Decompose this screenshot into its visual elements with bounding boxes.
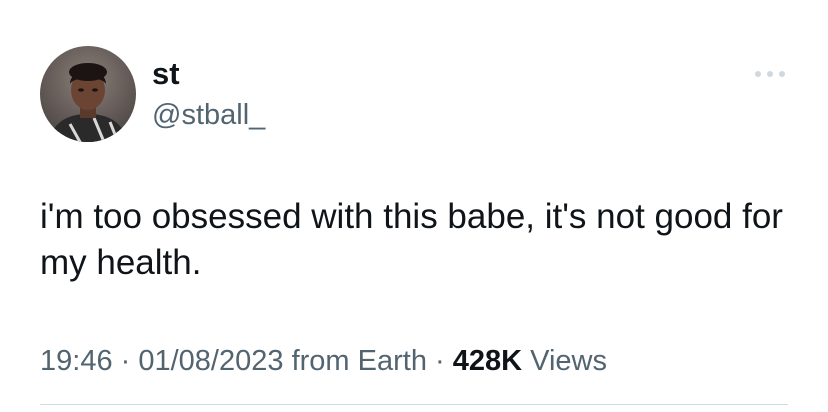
author-display-name[interactable]: st xyxy=(152,56,180,92)
tweet-date[interactable]: 01/08/2023 xyxy=(138,345,283,377)
views-label[interactable]: Views xyxy=(522,345,607,377)
avatar[interactable] xyxy=(40,46,136,142)
meta-separator: · xyxy=(426,345,453,377)
tweet-time[interactable]: 19:46 xyxy=(40,345,113,377)
more-horizontal-icon[interactable] xyxy=(752,64,788,84)
divider xyxy=(40,404,788,405)
views-count[interactable]: 428K xyxy=(453,345,522,377)
tweet-meta: 19:46 · 01/08/2023 from Earth · 428K Vie… xyxy=(40,343,607,379)
author-handle[interactable]: @stball_ xyxy=(152,98,265,132)
tweet-source: from Earth xyxy=(283,345,427,377)
avatar-image xyxy=(40,46,136,142)
tweet-text: i'm too obsessed with this babe, it's no… xyxy=(40,197,783,282)
meta-separator: · xyxy=(112,345,139,377)
